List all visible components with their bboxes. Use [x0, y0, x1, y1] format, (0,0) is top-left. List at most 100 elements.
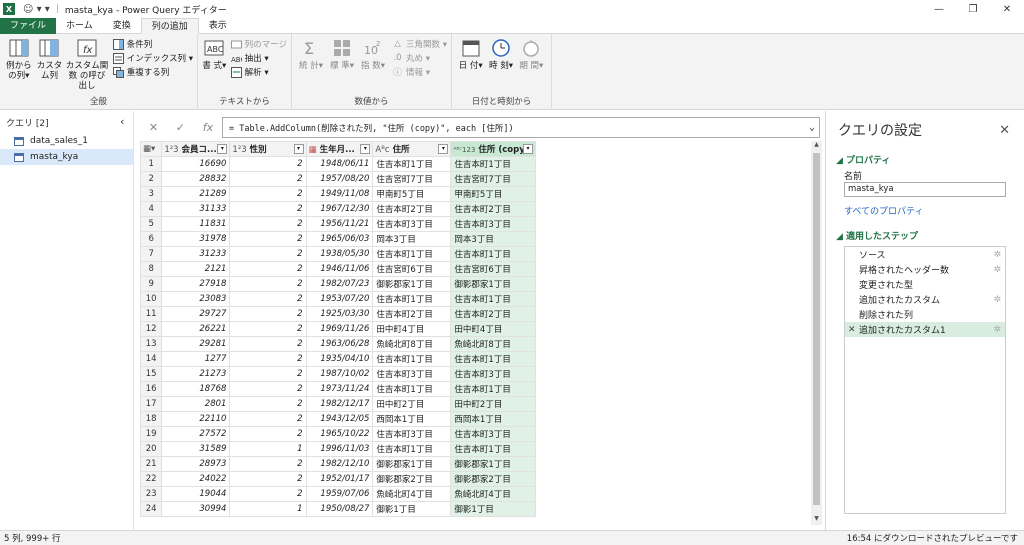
- cell-gender[interactable]: 2: [229, 336, 307, 352]
- column-header[interactable]: 1²3 性別 ▾: [229, 141, 307, 157]
- cell-member-code[interactable]: 27572: [161, 426, 231, 442]
- gear-icon[interactable]: ✲: [993, 265, 1001, 275]
- column-header[interactable]: Aᴮc 住所 ▾: [372, 141, 452, 157]
- cell-birthdate[interactable]: 1959/07/06: [305, 486, 374, 502]
- cell-address-copy[interactable]: 住吉本町1丁目: [450, 351, 536, 367]
- cell-address[interactable]: 住吉本町1丁目: [372, 351, 452, 367]
- step-item[interactable]: 追加されたカスタム ✲: [845, 292, 1005, 307]
- quick-access-toolbar[interactable]: ☺ ▾ ▾: [23, 4, 50, 15]
- cell-address[interactable]: 西岡本1丁目: [372, 411, 452, 427]
- cell-address-copy[interactable]: 御影1丁目: [450, 501, 536, 517]
- cell-birthdate[interactable]: 1950/08/27: [305, 501, 374, 517]
- cell-address[interactable]: 住吉宮町7丁目: [372, 171, 452, 187]
- cell-gender[interactable]: 1: [229, 501, 307, 517]
- cell-member-code[interactable]: 2121: [161, 261, 231, 277]
- cell-birthdate[interactable]: 1987/10/02: [305, 366, 374, 382]
- tab-view[interactable]: 表示: [199, 18, 237, 34]
- cell-address-copy[interactable]: 田中町2丁目: [450, 396, 536, 412]
- cell-address-copy[interactable]: 御影郡家1丁目: [450, 456, 536, 472]
- tab-file[interactable]: ファイル: [0, 18, 57, 34]
- cell-gender[interactable]: 1: [229, 441, 307, 457]
- cell-address[interactable]: 住吉宮町6丁目: [372, 261, 452, 277]
- cell-member-code[interactable]: 23083: [161, 291, 231, 307]
- row-number[interactable]: 8: [140, 261, 163, 277]
- cell-address-copy[interactable]: 岡本3丁目: [450, 231, 536, 247]
- cell-member-code[interactable]: 31978: [161, 231, 231, 247]
- cell-birthdate[interactable]: 1982/07/23: [305, 276, 374, 292]
- cell-birthdate[interactable]: 1938/05/30: [305, 246, 374, 262]
- query-item-masta-kya[interactable]: masta_kya: [0, 149, 133, 165]
- cell-gender[interactable]: 2: [229, 396, 307, 412]
- cell-birthdate[interactable]: 1956/11/21: [305, 216, 374, 232]
- cell-address[interactable]: 魚崎北町4丁目: [372, 486, 452, 502]
- cell-member-code[interactable]: 31233: [161, 246, 231, 262]
- row-number[interactable]: 16: [140, 381, 163, 397]
- cell-gender[interactable]: 2: [229, 216, 307, 232]
- cell-gender[interactable]: 2: [229, 321, 307, 337]
- minimize-button[interactable]: —: [922, 0, 956, 18]
- cell-address[interactable]: 田中町4丁目: [372, 321, 452, 337]
- gear-icon[interactable]: ✲: [993, 325, 1001, 335]
- cell-gender[interactable]: 2: [229, 276, 307, 292]
- cell-birthdate[interactable]: 1996/11/03: [305, 441, 374, 457]
- cell-birthdate[interactable]: 1943/12/05: [305, 411, 374, 427]
- cell-address-copy[interactable]: 住吉本町1丁目: [450, 381, 536, 397]
- cell-address[interactable]: 御影郡家1丁目: [372, 276, 452, 292]
- fx-icon[interactable]: fx: [203, 121, 213, 134]
- tab-home[interactable]: ホーム: [56, 18, 103, 34]
- cell-gender[interactable]: 2: [229, 156, 307, 172]
- row-number[interactable]: 3: [140, 186, 163, 202]
- gear-icon[interactable]: ✲: [993, 295, 1001, 305]
- filter-dropdown-icon[interactable]: ▾: [360, 144, 371, 154]
- close-button[interactable]: ✕: [990, 0, 1024, 18]
- cell-birthdate[interactable]: 1967/12/30: [305, 201, 374, 217]
- query-item-data-sales-1[interactable]: data_sales_1: [0, 133, 133, 149]
- cell-address-copy[interactable]: 御影郡家2丁目: [450, 471, 536, 487]
- trigonometry-button[interactable]: △ 三角関数 ▾: [392, 37, 447, 51]
- cell-gender[interactable]: 2: [229, 171, 307, 187]
- cell-member-code[interactable]: 28832: [161, 171, 231, 187]
- cell-birthdate[interactable]: 1965/10/22: [305, 426, 374, 442]
- cell-gender[interactable]: 2: [229, 471, 307, 487]
- duplicate-column-button[interactable]: 重複する列: [112, 65, 193, 79]
- cell-birthdate[interactable]: 1963/06/28: [305, 336, 374, 352]
- extract-button[interactable]: ABC抽出 ▾: [231, 51, 287, 65]
- scroll-down-icon[interactable]: ▼: [811, 515, 822, 525]
- cell-birthdate[interactable]: 1925/03/30: [305, 306, 374, 322]
- cell-address-copy[interactable]: 住吉本町3丁目: [450, 426, 536, 442]
- cell-address[interactable]: 住吉本町1丁目: [372, 441, 452, 457]
- row-number[interactable]: 23: [140, 486, 163, 502]
- cell-member-code[interactable]: 16690: [161, 156, 231, 172]
- row-number[interactable]: 4: [140, 201, 163, 217]
- expand-formula-icon[interactable]: ⌄: [809, 122, 815, 133]
- row-number[interactable]: 17: [140, 396, 163, 412]
- cell-address-copy[interactable]: 住吉宮町7丁目: [450, 171, 536, 187]
- filter-dropdown-icon[interactable]: ▾: [523, 144, 533, 154]
- cell-address[interactable]: 甲南町5丁目: [372, 186, 452, 202]
- cell-member-code[interactable]: 30994: [161, 501, 231, 517]
- cell-address-copy[interactable]: 住吉宮町6丁目: [450, 261, 536, 277]
- formula-input[interactable]: = Table.AddColumn(削除された列, "住所 (copy)", e…: [222, 117, 820, 138]
- check-icon[interactable]: ✓: [176, 121, 185, 134]
- table-menu-button[interactable]: ▦▾: [140, 141, 163, 157]
- row-number[interactable]: 24: [140, 501, 163, 517]
- cell-gender[interactable]: 2: [229, 186, 307, 202]
- all-properties-link[interactable]: すべてのプロパティ: [844, 204, 923, 217]
- step-item[interactable]: 削除された列: [845, 307, 1005, 322]
- cell-address[interactable]: 住吉本町1丁目: [372, 246, 452, 262]
- cell-address[interactable]: 住吉本町3丁目: [372, 216, 452, 232]
- filter-dropdown-icon[interactable]: ▾: [438, 144, 449, 154]
- cell-member-code[interactable]: 11831: [161, 216, 231, 232]
- row-number[interactable]: 9: [140, 276, 163, 292]
- filter-dropdown-icon[interactable]: ▾: [217, 144, 228, 154]
- close-icon[interactable]: ✕: [999, 123, 1010, 138]
- properties-header[interactable]: ◢ プロパティ: [836, 153, 891, 166]
- cell-birthdate[interactable]: 1973/11/24: [305, 381, 374, 397]
- cell-birthdate[interactable]: 1952/01/17: [305, 471, 374, 487]
- cell-member-code[interactable]: 22110: [161, 411, 231, 427]
- cell-gender[interactable]: 2: [229, 486, 307, 502]
- cell-member-code[interactable]: 19044: [161, 486, 231, 502]
- row-number[interactable]: 12: [140, 321, 163, 337]
- cell-birthdate[interactable]: 1946/11/06: [305, 261, 374, 277]
- parse-button[interactable]: 解析 ▾: [230, 65, 287, 79]
